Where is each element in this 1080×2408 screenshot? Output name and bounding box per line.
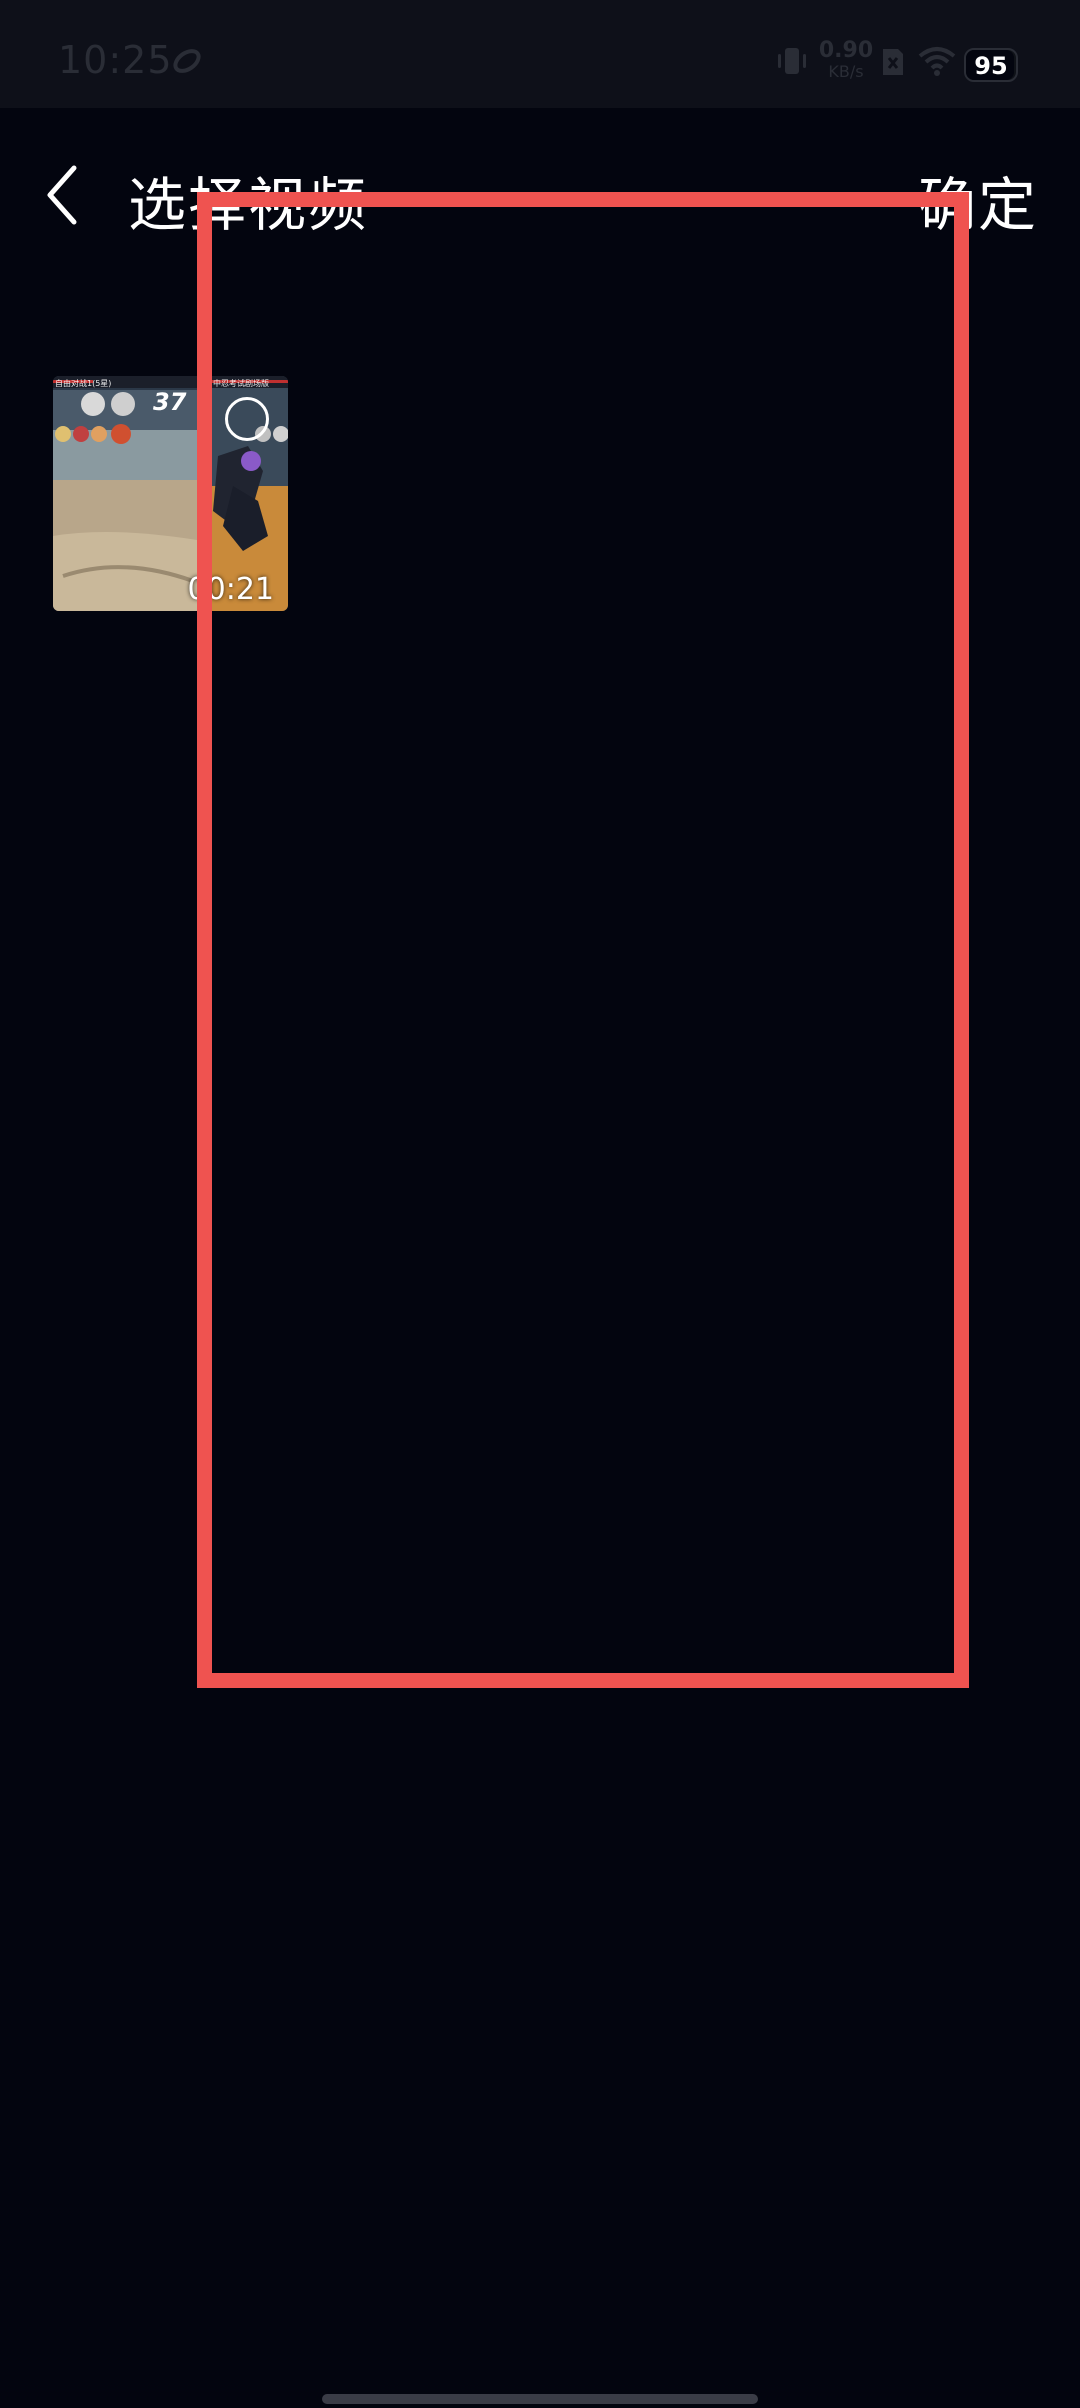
battery-icon: 95 [964, 48, 1018, 82]
wifi-icon [918, 47, 956, 76]
thumb-hud-left: 自由对战1(5星) [55, 379, 112, 388]
video-picker-screen: 10:25 0.90 KB/s 95 选择视频 确定 自由对战1(5星) 中忍考… [0, 0, 1080, 2408]
thumb-score: 37 [153, 388, 187, 416]
sim-icon [883, 49, 903, 75]
home-indicator[interactable] [322, 2394, 758, 2404]
chevron-left-icon[interactable] [40, 160, 90, 230]
vibrate-icon [778, 48, 806, 74]
net-speed-unit: KB/s [828, 62, 864, 81]
highlight-box [197, 192, 969, 1688]
net-speed-value: 0.90 [818, 38, 874, 63]
net-speed: 0.90 KB/s [818, 40, 874, 80]
status-time: 10:25 [58, 38, 173, 82]
battery-level: 95 [974, 52, 1008, 80]
sync-icon [173, 49, 201, 73]
status-bar: 10:25 0.90 KB/s 95 [0, 0, 1080, 108]
